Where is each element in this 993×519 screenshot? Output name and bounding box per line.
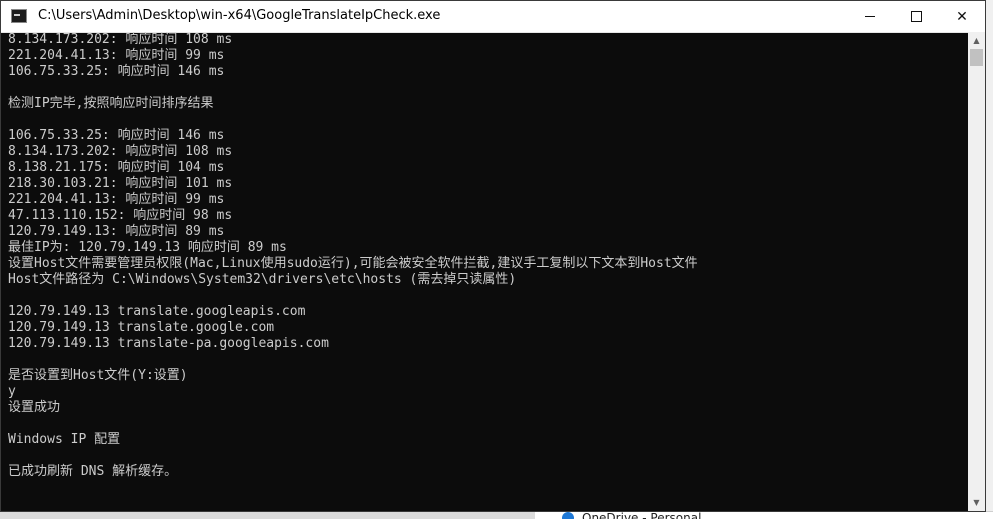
console-line: Windows IP 配置: [8, 432, 121, 447]
console-line: 8.134.173.202: 响应时间 108 ms: [8, 144, 233, 159]
onedrive-icon: [562, 512, 574, 519]
close-icon: ✕: [956, 8, 968, 25]
desktop-background-bottom: OneDrive - Personal: [0, 511, 993, 519]
desktop-background-right: [985, 0, 993, 519]
console-line: 120.79.149.13 translate-pa.googleapis.co…: [8, 336, 329, 351]
scroll-up-icon[interactable]: ▲: [968, 32, 985, 49]
console-line: 120.79.149.13 translate.googleapis.com: [8, 304, 306, 319]
window-title: C:\Users\Admin\Desktop\win-x64\GoogleTra…: [38, 8, 441, 23]
console-line: 8.134.173.202: 响应时间 108 ms: [8, 32, 233, 47]
console-line: 106.75.33.25: 响应时间 146 ms: [8, 128, 225, 143]
minimize-button[interactable]: [847, 1, 893, 32]
console-line: 221.204.41.13: 响应时间 99 ms: [8, 48, 225, 63]
console-line: 最佳IP为: 120.79.149.13 响应时间 89 ms: [8, 240, 287, 255]
console-line: 106.75.33.25: 响应时间 146 ms: [8, 64, 225, 79]
console-line: y: [8, 384, 16, 399]
console-line: 47.113.110.152: 响应时间 98 ms: [8, 208, 233, 223]
console-line: 检测IP完毕,按照响应时间排序结果: [8, 96, 214, 111]
scroll-down-icon[interactable]: ▼: [968, 494, 985, 511]
scrollbar-thumb[interactable]: [970, 49, 983, 66]
console-line: 218.30.103.21: 响应时间 101 ms: [8, 176, 233, 191]
console-window: C:\Users\Admin\Desktop\win-x64\GoogleTra…: [0, 0, 986, 512]
console-output[interactable]: 8.134.173.202: 响应时间 108 ms 221.204.41.13:…: [8, 32, 968, 510]
console-line: 221.204.41.13: 响应时间 99 ms: [8, 192, 225, 207]
console-app-icon: [11, 9, 27, 23]
vertical-scrollbar[interactable]: ▲ ▼: [968, 32, 985, 511]
maximize-button[interactable]: [893, 1, 939, 32]
console-line: Host文件路径为 C:\Windows\System32\drivers\et…: [8, 272, 517, 287]
close-button[interactable]: ✕: [939, 1, 985, 32]
console-line: 已成功刷新 DNS 解析缓存。: [8, 464, 178, 479]
onedrive-label: OneDrive - Personal: [582, 511, 702, 519]
title-bar[interactable]: C:\Users\Admin\Desktop\win-x64\GoogleTra…: [1, 1, 985, 33]
maximize-icon: [910, 11, 922, 22]
console-line: 设置Host文件需要管理员权限(Mac,Linux使用sudo运行),可能会被安…: [8, 256, 698, 271]
minimize-icon: [865, 16, 875, 17]
console-line: 设置成功: [8, 400, 61, 415]
console-line: 120.79.149.13 translate.google.com: [8, 320, 275, 335]
console-line: 是否设置到Host文件(Y:设置): [8, 368, 188, 383]
console-line: 120.79.149.13: 响应时间 89 ms: [8, 224, 225, 239]
console-line: 8.138.21.175: 响应时间 104 ms: [8, 160, 225, 175]
